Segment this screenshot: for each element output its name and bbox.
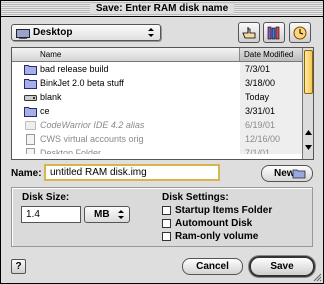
title-bar[interactable]: Save: Enter RAM disk name xyxy=(1,1,323,17)
file-row[interactable]: blank Today xyxy=(12,90,302,104)
file-name: BinkJet 2.0 beta stuff xyxy=(40,78,124,88)
file-row[interactable]: BinkJet 2.0 beta stuff 3/18/00 xyxy=(12,76,302,90)
checkbox-label: Ram-only volume xyxy=(175,231,259,242)
pointing-hand-icon xyxy=(242,27,256,39)
file-date: 7/3/01 xyxy=(245,64,271,74)
settings-panel: Disk Size: MB Disk Settings: Startup Ite… xyxy=(11,187,313,247)
disk-settings-label: Disk Settings: xyxy=(162,192,229,203)
disk-size-unit-popup[interactable]: MB xyxy=(84,206,130,223)
file-date: Today xyxy=(245,92,270,102)
recent-button[interactable] xyxy=(289,22,311,43)
file-name: blank xyxy=(40,92,62,102)
file-row[interactable]: CWS virtual accounts orig 12/16/00 xyxy=(12,132,302,146)
file-rows: bad release build 7/3/01 BinkJet 2.0 beta … xyxy=(12,62,302,154)
popup-arrows-icon xyxy=(148,28,154,37)
file-name: CWS virtual accounts orig xyxy=(40,134,144,144)
scrollbar[interactable] xyxy=(302,48,313,159)
file-row[interactable]: Desktop Folder 7/1/01 xyxy=(12,146,302,154)
file-list[interactable]: Name Date Modified bad release build 7/3/… xyxy=(11,47,314,160)
location-popup[interactable]: Desktop xyxy=(11,24,161,41)
file-name: ce xyxy=(40,106,50,116)
clock-icon xyxy=(293,26,307,40)
unit-label: MB xyxy=(94,209,110,220)
file-name: Desktop Folder xyxy=(40,148,102,154)
popup-arrows-icon xyxy=(118,210,124,219)
save-dialog: Save: Enter RAM disk name Desktop Name D… xyxy=(0,0,324,284)
location-label: Desktop xyxy=(33,27,73,38)
cancel-button[interactable]: Cancel xyxy=(182,258,243,275)
checkbox-label: Startup Items Folder xyxy=(175,205,273,216)
help-button[interactable]: ? xyxy=(11,259,26,274)
file-date: 3/18/00 xyxy=(245,78,276,88)
books-icon xyxy=(267,26,280,40)
file-date: 3/31/01 xyxy=(245,106,276,116)
column-header-date[interactable]: Date Modified xyxy=(240,48,302,61)
document-icon xyxy=(24,148,37,154)
disk-size-label: Disk Size: xyxy=(22,192,70,203)
file-row[interactable]: bad release build 7/3/01 xyxy=(12,62,302,76)
save-button[interactable]: Save xyxy=(249,256,315,277)
file-date: 6/19/01 xyxy=(245,120,276,130)
resize-grip-icon[interactable] xyxy=(312,272,322,282)
checkbox-box[interactable] xyxy=(162,232,171,241)
name-label: Name: xyxy=(11,168,42,179)
file-date: 12/16/00 xyxy=(245,134,281,144)
checkbox-box[interactable] xyxy=(162,206,171,215)
scroll-thumb[interactable] xyxy=(304,50,313,94)
file-date: 7/1/01 xyxy=(245,148,271,154)
window-title: Save: Enter RAM disk name xyxy=(89,3,235,14)
new-folder-button[interactable]: New xyxy=(261,165,313,182)
file-name: bad release build xyxy=(40,64,109,74)
scroll-down-arrow-icon[interactable] xyxy=(304,143,313,152)
favorites-button[interactable] xyxy=(238,22,260,43)
desktop-icon xyxy=(16,29,30,39)
file-row[interactable]: CodeWarrior IDE 4.2 alias 6/19/01 xyxy=(12,118,302,132)
library-button[interactable] xyxy=(263,22,285,43)
scroll-up-arrow-icon[interactable] xyxy=(304,128,313,137)
checkbox-box[interactable] xyxy=(162,219,171,228)
list-header: Name Date Modified xyxy=(12,48,302,62)
checkbox-label: Automount Disk xyxy=(175,218,253,229)
column-header-name[interactable]: Name xyxy=(12,48,240,61)
disk-size-field[interactable] xyxy=(21,206,81,223)
file-name: CodeWarrior IDE 4.2 alias xyxy=(40,120,145,130)
file-row[interactable]: ce 3/31/01 xyxy=(12,104,302,118)
new-folder-icon xyxy=(292,169,306,179)
name-field[interactable] xyxy=(44,164,220,181)
